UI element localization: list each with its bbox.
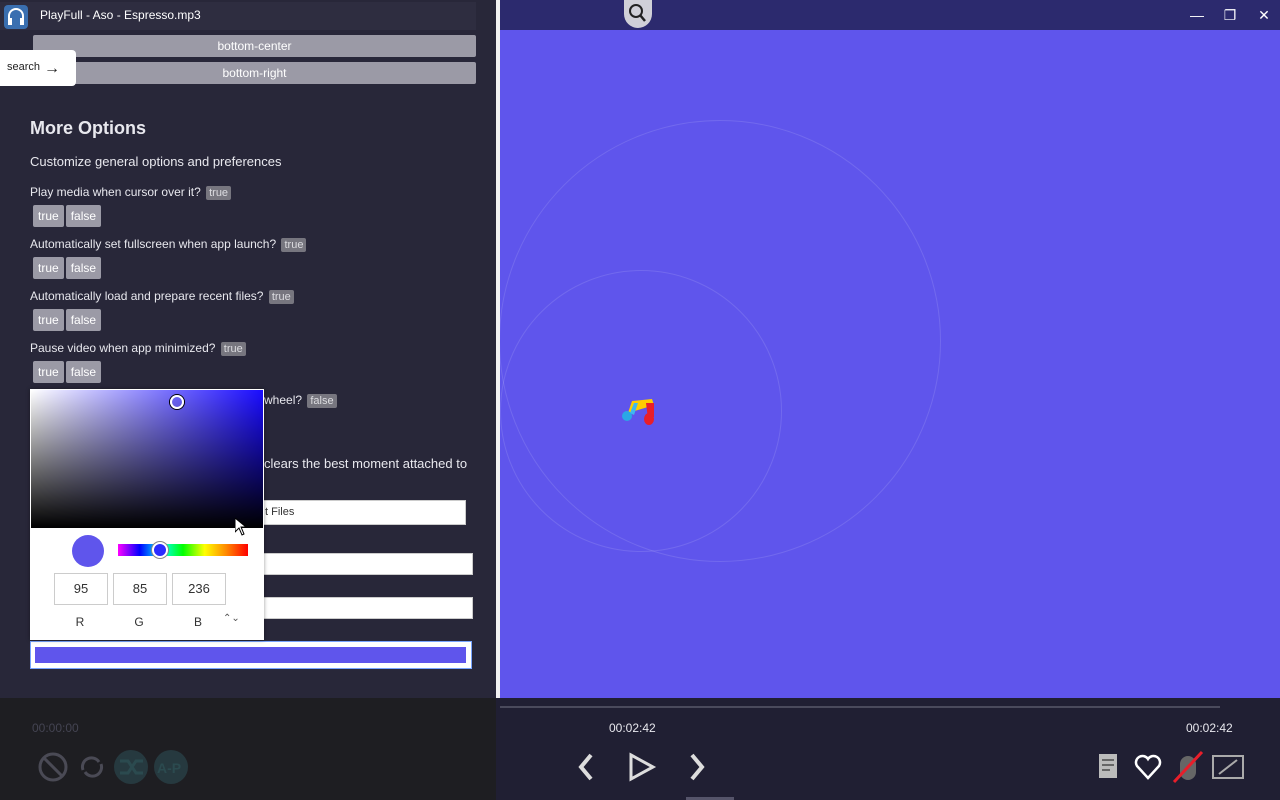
minimize-button[interactable]: — <box>1185 5 1209 25</box>
maximize-button[interactable]: ❐ <box>1218 5 1242 25</box>
option-question: Automatically set fullscreen when app la… <box>30 237 307 252</box>
bottom-left-controls: 00:00:00 A-P <box>0 698 496 800</box>
play-icon[interactable] <box>627 750 657 789</box>
option-question-text: wheel? <box>264 393 303 407</box>
true-false-toggle: true false <box>33 309 103 331</box>
option-value-badge: false <box>307 394 337 408</box>
position-bottom-center-button[interactable]: bottom-center <box>33 35 476 57</box>
mouse-cursor-icon <box>234 516 248 541</box>
arrow-right-icon[interactable]: → <box>44 60 60 78</box>
true-button[interactable]: true <box>33 309 64 331</box>
fullscreen-icon[interactable] <box>1211 750 1245 789</box>
option-question-text: Automatically load and prepare recent fi… <box>30 289 264 303</box>
color-preview <box>35 647 466 663</box>
green-label: G <box>134 615 144 629</box>
option-value-badge: true <box>281 238 307 252</box>
red-input[interactable]: 95 <box>54 573 108 605</box>
section-subtitle: Customize general options and preference… <box>30 154 282 169</box>
option-question: Automatically load and prepare recent fi… <box>30 289 294 304</box>
current-time: 00:02:42 <box>609 721 656 735</box>
music-note-icon <box>618 395 658 434</box>
option-description: clears the best moment attached to <box>264 456 468 471</box>
hue-slider[interactable] <box>118 542 248 558</box>
option-question: Pause video when app minimized? true <box>30 341 246 356</box>
option-question-text: Play media when cursor over it? <box>30 185 201 199</box>
blue-input[interactable]: 236 <box>172 573 226 605</box>
false-button[interactable]: false <box>65 205 102 227</box>
playlist-icon[interactable] <box>1094 750 1124 789</box>
option-value-badge: true <box>268 290 294 304</box>
option-question-text: Automatically set fullscreen when app la… <box>30 237 277 251</box>
close-button[interactable]: ✕ <box>1252 5 1276 25</box>
true-button[interactable]: true <box>33 257 64 279</box>
option-question: Play media when cursor over it? true <box>30 185 232 200</box>
search-chip[interactable]: search → <box>0 50 76 86</box>
mouse-disabled-icon[interactable] <box>1172 750 1204 789</box>
section-title: More Options <box>30 118 146 138</box>
autoplay-icon[interactable]: A-P <box>154 750 188 784</box>
text-input[interactable] <box>262 597 473 619</box>
saturation-value-area[interactable] <box>31 390 263 528</box>
color-cursor[interactable] <box>170 395 184 409</box>
true-button[interactable]: true <box>33 205 64 227</box>
true-false-toggle: true false <box>33 257 103 279</box>
option-value-badge: true <box>206 186 232 200</box>
panel-scrollbar[interactable] <box>496 0 500 800</box>
color-input[interactable] <box>30 641 472 669</box>
true-false-toggle: true false <box>33 205 103 227</box>
repeat-icon[interactable] <box>75 750 109 784</box>
color-swatch <box>72 535 104 567</box>
app-title: PlayFull - Aso - Espresso.mp3 <box>40 8 201 22</box>
option-question-text: Pause video when app minimized? <box>30 341 216 355</box>
shuffle-icon[interactable] <box>114 750 148 784</box>
mute-icon[interactable] <box>36 750 70 784</box>
option-question: wheel? false <box>264 393 337 408</box>
headphones-icon <box>4 5 28 29</box>
blue-label: B <box>193 615 202 629</box>
true-button[interactable]: true <box>33 361 64 383</box>
red-label: R <box>75 615 85 629</box>
color-mode-toggle-icon[interactable]: ⌃⌄ <box>223 613 240 624</box>
progress-bar[interactable] <box>500 706 1220 708</box>
app-titlebar: PlayFull - Aso - Espresso.mp3 <box>0 2 476 30</box>
clear-files-label: t Files <box>265 506 295 518</box>
svg-text:A-P: A-P <box>157 760 181 776</box>
window-titlebar: — ❐ ✕ <box>500 0 1280 30</box>
next-icon[interactable] <box>684 750 710 789</box>
text-input[interactable] <box>262 553 473 575</box>
position-bottom-right-button[interactable]: bottom-right <box>33 62 476 84</box>
false-button[interactable]: false <box>65 361 102 383</box>
hue-slider-handle[interactable] <box>152 542 168 558</box>
green-input[interactable]: 85 <box>113 573 167 605</box>
search-icon[interactable] <box>624 0 652 28</box>
color-picker[interactable]: 95 85 236 R G B ⌃⌄ <box>30 389 264 640</box>
media-stage[interactable] <box>500 0 1280 698</box>
clear-files-button[interactable]: t Files <box>262 500 466 525</box>
true-false-toggle: true false <box>33 361 103 383</box>
false-button[interactable]: false <box>65 309 102 331</box>
left-time: 00:00:00 <box>32 721 79 735</box>
false-button[interactable]: false <box>65 257 102 279</box>
previous-icon[interactable] <box>573 750 599 789</box>
option-value-badge: true <box>220 342 246 356</box>
favorite-icon[interactable] <box>1133 750 1163 789</box>
total-time: 00:02:42 <box>1186 721 1233 735</box>
search-label: search <box>7 61 41 73</box>
